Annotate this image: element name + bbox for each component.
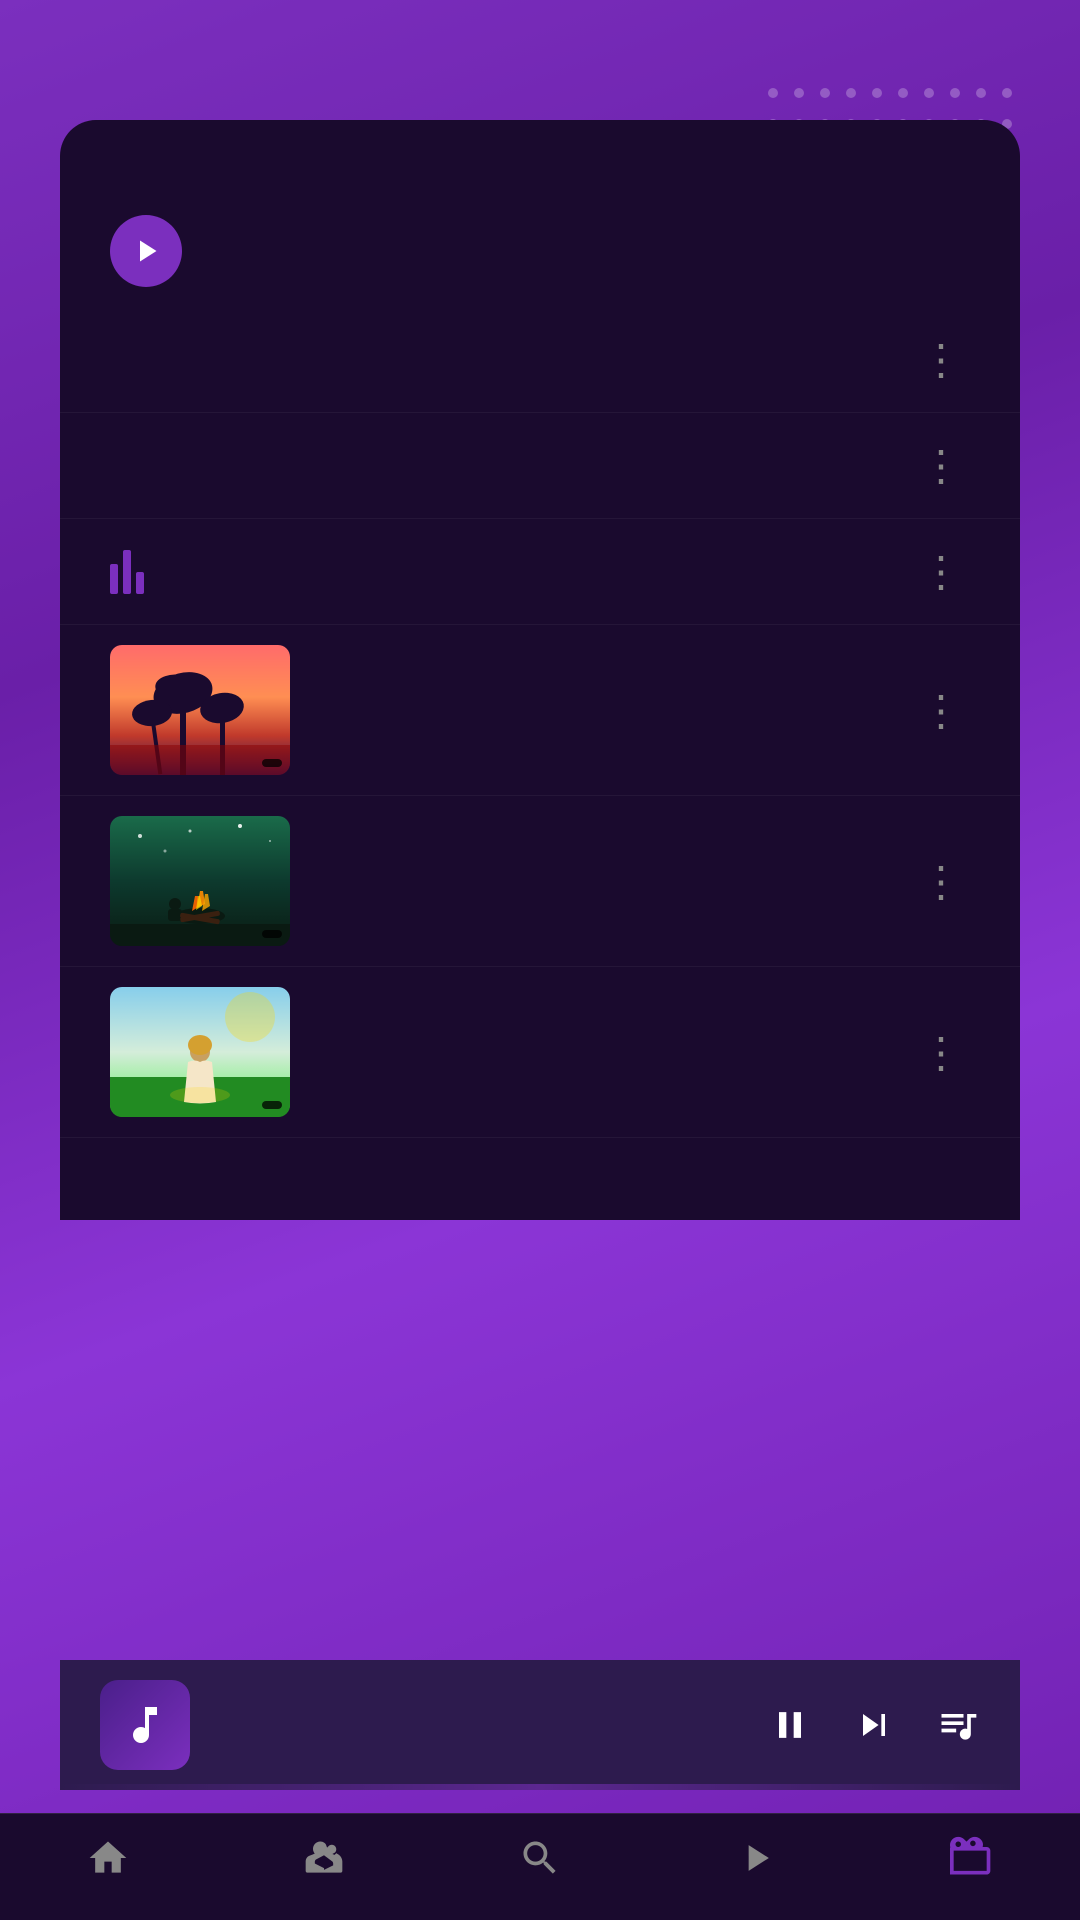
wave-line (60, 1784, 1020, 1790)
roma-thumbnail (110, 987, 290, 1117)
track-thumbnail (110, 645, 290, 775)
playback-controls (768, 1703, 980, 1747)
track-duration (262, 1101, 282, 1109)
shorts-icon (300, 1834, 348, 1882)
home-icon (84, 1834, 132, 1882)
pause-button[interactable] (768, 1703, 812, 1747)
vibes-thumbnail (110, 816, 290, 946)
main-card: ⋮ ⋮ ⋮ (60, 120, 1020, 1220)
nav-local[interactable] (902, 1834, 1042, 1890)
now-playing-bar (60, 1660, 1020, 1790)
more-options-button[interactable]: ⋮ (912, 441, 970, 490)
thumb-track-item[interactable]: ⋮ (60, 967, 1020, 1138)
nav-home[interactable] (38, 1834, 178, 1890)
thumb-track-item[interactable]: ⋮ (60, 796, 1020, 967)
music-note-icon (121, 1701, 169, 1749)
nav-shorts[interactable] (254, 1834, 394, 1890)
track-duration (262, 759, 282, 767)
track-item[interactable]: ⋮ (60, 307, 1020, 413)
queue-button[interactable] (936, 1703, 980, 1747)
now-playing-icon (100, 1680, 190, 1770)
play-icon (128, 233, 164, 269)
tropical-thumbnail (110, 645, 290, 775)
nav-search[interactable] (470, 1834, 610, 1890)
next-button[interactable] (852, 1703, 896, 1747)
nav-my-video[interactable] (686, 1834, 826, 1890)
hero-title (0, 0, 1080, 120)
bottom-navigation (0, 1813, 1080, 1920)
thumb-track-info (318, 1048, 884, 1056)
shuffle-button[interactable] (110, 215, 182, 287)
track-thumbnail (110, 816, 290, 946)
my-video-icon (732, 1834, 780, 1882)
local-icon (948, 1834, 996, 1882)
playing-indicator (110, 550, 160, 594)
track-item-playing[interactable]: ⋮ (60, 519, 1020, 625)
thumb-track-info (318, 877, 884, 885)
more-options-button[interactable]: ⋮ (912, 335, 970, 384)
shuffle-row (60, 179, 1020, 307)
more-options-button[interactable]: ⋮ (912, 1028, 970, 1077)
track-thumbnail (110, 987, 290, 1117)
track-item[interactable]: ⋮ (60, 413, 1020, 519)
track-list: ⋮ ⋮ ⋮ (60, 307, 1020, 1138)
thumb-track-item[interactable]: ⋮ (60, 625, 1020, 796)
search-icon (516, 1834, 564, 1882)
more-options-button[interactable]: ⋮ (912, 857, 970, 906)
more-options-button[interactable]: ⋮ (912, 686, 970, 735)
thumb-track-info (318, 706, 884, 714)
tabs-container (60, 120, 1020, 179)
track-duration (262, 930, 282, 938)
more-options-button[interactable]: ⋮ (912, 547, 970, 596)
